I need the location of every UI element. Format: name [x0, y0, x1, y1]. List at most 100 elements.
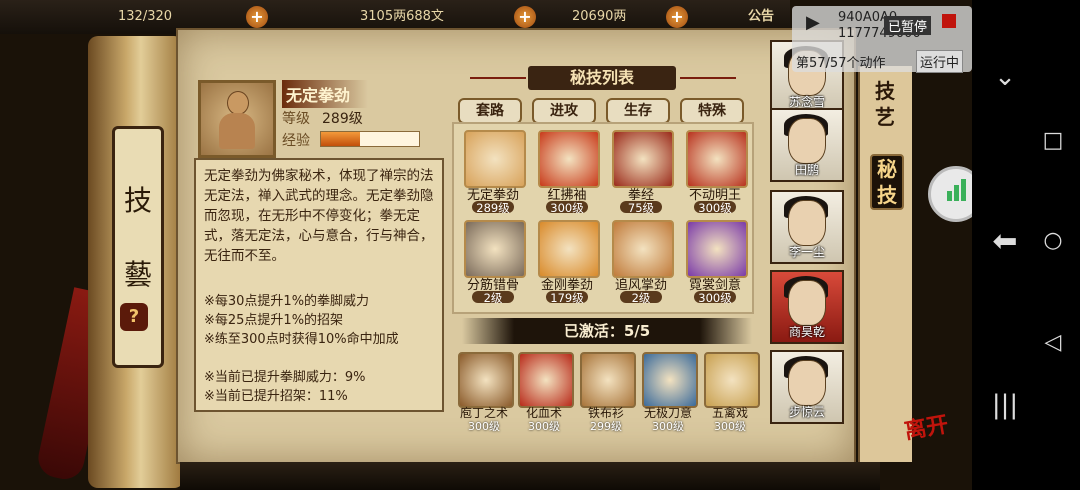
skill-art-icon	[686, 220, 748, 278]
skill-description: 无定拳劲为佛家秘术，体现了禅宗的法无定法，禅入武式的理念。无定拳劲隐而忽现，在无…	[204, 168, 434, 264]
equipped-skill-icon	[642, 352, 698, 408]
tab-secret-skills[interactable]: 秘技	[870, 154, 904, 210]
equipped-skill-icon	[704, 352, 760, 408]
face-icon	[788, 280, 826, 326]
exp-bar	[320, 131, 420, 147]
skill-note: ※练至300点时获得10%命中加成	[204, 332, 399, 347]
equipped-skill-level: 300级	[528, 420, 560, 433]
activated-count: 已激活：5/5	[462, 318, 752, 344]
skill-cell[interactable]: 追风掌劲 2级	[606, 216, 676, 305]
skill-art-icon	[612, 130, 674, 188]
equipped-skill-level: 300级	[652, 420, 684, 433]
equipped-skill[interactable]: 庖丁之术 300级	[456, 352, 514, 433]
skill-portrait	[198, 80, 276, 158]
recorder-overlay[interactable]: ▶ 940A0A0 1177749000 已暂停 第57/57个动作 运行中	[792, 6, 972, 73]
title-ornament-left	[470, 77, 526, 79]
skill-art-icon	[538, 130, 600, 188]
skill-cell[interactable]: 金刚拳劲 179级	[532, 216, 602, 305]
face-icon	[788, 360, 826, 406]
level-label: 等级	[282, 111, 310, 127]
skill-note: ※当前已提升拳脚威力：9%	[204, 370, 366, 385]
stamina-value: 132/320	[118, 9, 173, 24]
announcement-button[interactable]: 公告	[748, 6, 774, 28]
recent-apps-icon[interactable]: □	[1028, 128, 1078, 153]
skill-note: ※每25点提升1%的招架	[204, 313, 344, 328]
equipped-skill[interactable]: 五禽戏 300级	[702, 352, 760, 433]
skill-cell[interactable]: 分筋错骨 2级	[458, 216, 528, 305]
scroll-title-1: 技	[123, 184, 152, 217]
skill-art-icon	[464, 130, 526, 188]
stop-icon[interactable]	[942, 14, 956, 28]
level-value: 289级	[322, 111, 363, 127]
scroll-title-plate: 技 藝	[112, 126, 164, 368]
add-gold-button[interactable]: +	[666, 6, 688, 28]
equipped-skill-icon	[580, 352, 636, 408]
skill-cell-level: 2级	[631, 291, 651, 305]
skill-note: ※当前已提升招架：11%	[204, 389, 348, 404]
equipped-skill[interactable]: 铁布衫 299级	[578, 352, 636, 433]
android-nav-bar: ⌄ □ ⬅ ○ ◁ |||	[972, 0, 1080, 490]
running-status: 运行中	[916, 50, 964, 73]
skill-art-icon	[686, 130, 748, 188]
home-icon[interactable]: ○	[1028, 228, 1078, 253]
equipped-skill-icon	[518, 352, 574, 408]
skill-cell-level: 300级	[550, 201, 584, 215]
skill-art-icon	[464, 220, 526, 278]
character-portrait[interactable]: 步惊云	[770, 350, 844, 424]
equipped-skill-level: 300级	[714, 420, 746, 433]
back-icon[interactable]: ◁	[1028, 330, 1078, 355]
skill-list-title: 秘技列表	[528, 66, 676, 90]
tab-survival[interactable]: 生存	[606, 98, 670, 124]
skill-cell-level: 2级	[483, 291, 503, 305]
face-icon	[788, 200, 826, 246]
exp-label: 经验	[282, 133, 310, 149]
skill-cell[interactable]: 霓裳剑意 300级	[680, 216, 750, 305]
equipped-skill-level: 300级	[468, 420, 500, 433]
add-stamina-button[interactable]: +	[246, 6, 268, 28]
skill-cell[interactable]: 拳经 75级	[606, 126, 676, 215]
paused-status: 已暂停	[884, 16, 932, 35]
back-arrow-icon[interactable]: ⬅	[980, 224, 1030, 259]
skill-cell-level: 289级	[476, 201, 510, 215]
scroll-title-2: 藝	[123, 258, 152, 291]
play-icon[interactable]: ▶	[806, 12, 820, 33]
monk-head-icon	[227, 91, 249, 115]
skill-art-icon	[612, 220, 674, 278]
character-portrait[interactable]: 商昊乾	[770, 270, 844, 344]
recorder-progress: 第57/57个动作	[796, 56, 886, 71]
skill-cell-level: 179级	[550, 291, 584, 305]
menu-icon[interactable]: |||	[980, 390, 1030, 420]
leave-button[interactable]: 离开	[902, 406, 951, 445]
add-silver-button[interactable]: +	[514, 6, 536, 28]
tab-attack[interactable]: 进攻	[532, 98, 596, 124]
skill-note: ※每30点提升1%的拳脚威力	[204, 294, 370, 309]
silver-value: 3105两688文	[360, 9, 444, 24]
skill-cell-level: 75级	[627, 201, 655, 215]
character-portrait[interactable]: 田鹏	[770, 108, 844, 182]
skill-name: 无定拳劲	[282, 80, 369, 108]
skill-cell-level: 300级	[698, 201, 732, 215]
exp-bar-fill	[321, 132, 361, 146]
skill-cell[interactable]: 不动明王 300级	[680, 126, 750, 215]
equipped-skill-icon	[458, 352, 514, 408]
tab-routine[interactable]: 套路	[458, 98, 522, 124]
face-icon	[788, 118, 826, 164]
skill-cell[interactable]: 红拂袖 300级	[532, 126, 602, 215]
character-name: 商昊乾	[788, 325, 825, 339]
gold-value: 20690两	[572, 9, 627, 24]
equipped-skill-level: 299级	[590, 420, 622, 433]
character-portrait[interactable]: 李一尘	[770, 190, 844, 264]
tab-skill-arts[interactable]: 技艺	[870, 78, 900, 130]
skill-description-box: 无定拳劲为佛家秘术，体现了禅宗的法无定法，禅入武式的理念。无定拳劲隐而忽现，在无…	[194, 158, 444, 412]
character-name: 田鹏	[794, 163, 819, 177]
tab-special[interactable]: 特殊	[680, 98, 744, 124]
character-name: 步惊云	[788, 405, 825, 419]
help-icon[interactable]: ?	[120, 303, 148, 331]
skill-cell[interactable]: 无定拳劲 289级	[458, 126, 528, 215]
title-ornament-right	[680, 77, 736, 79]
skill-art-icon	[538, 220, 600, 278]
equipped-skill[interactable]: 化血术 300级	[516, 352, 574, 433]
equipped-skill[interactable]: 无极刀意 300级	[640, 352, 698, 433]
chevron-down-icon[interactable]: ⌄	[980, 62, 1030, 92]
skill-cell-level: 300级	[698, 291, 732, 305]
